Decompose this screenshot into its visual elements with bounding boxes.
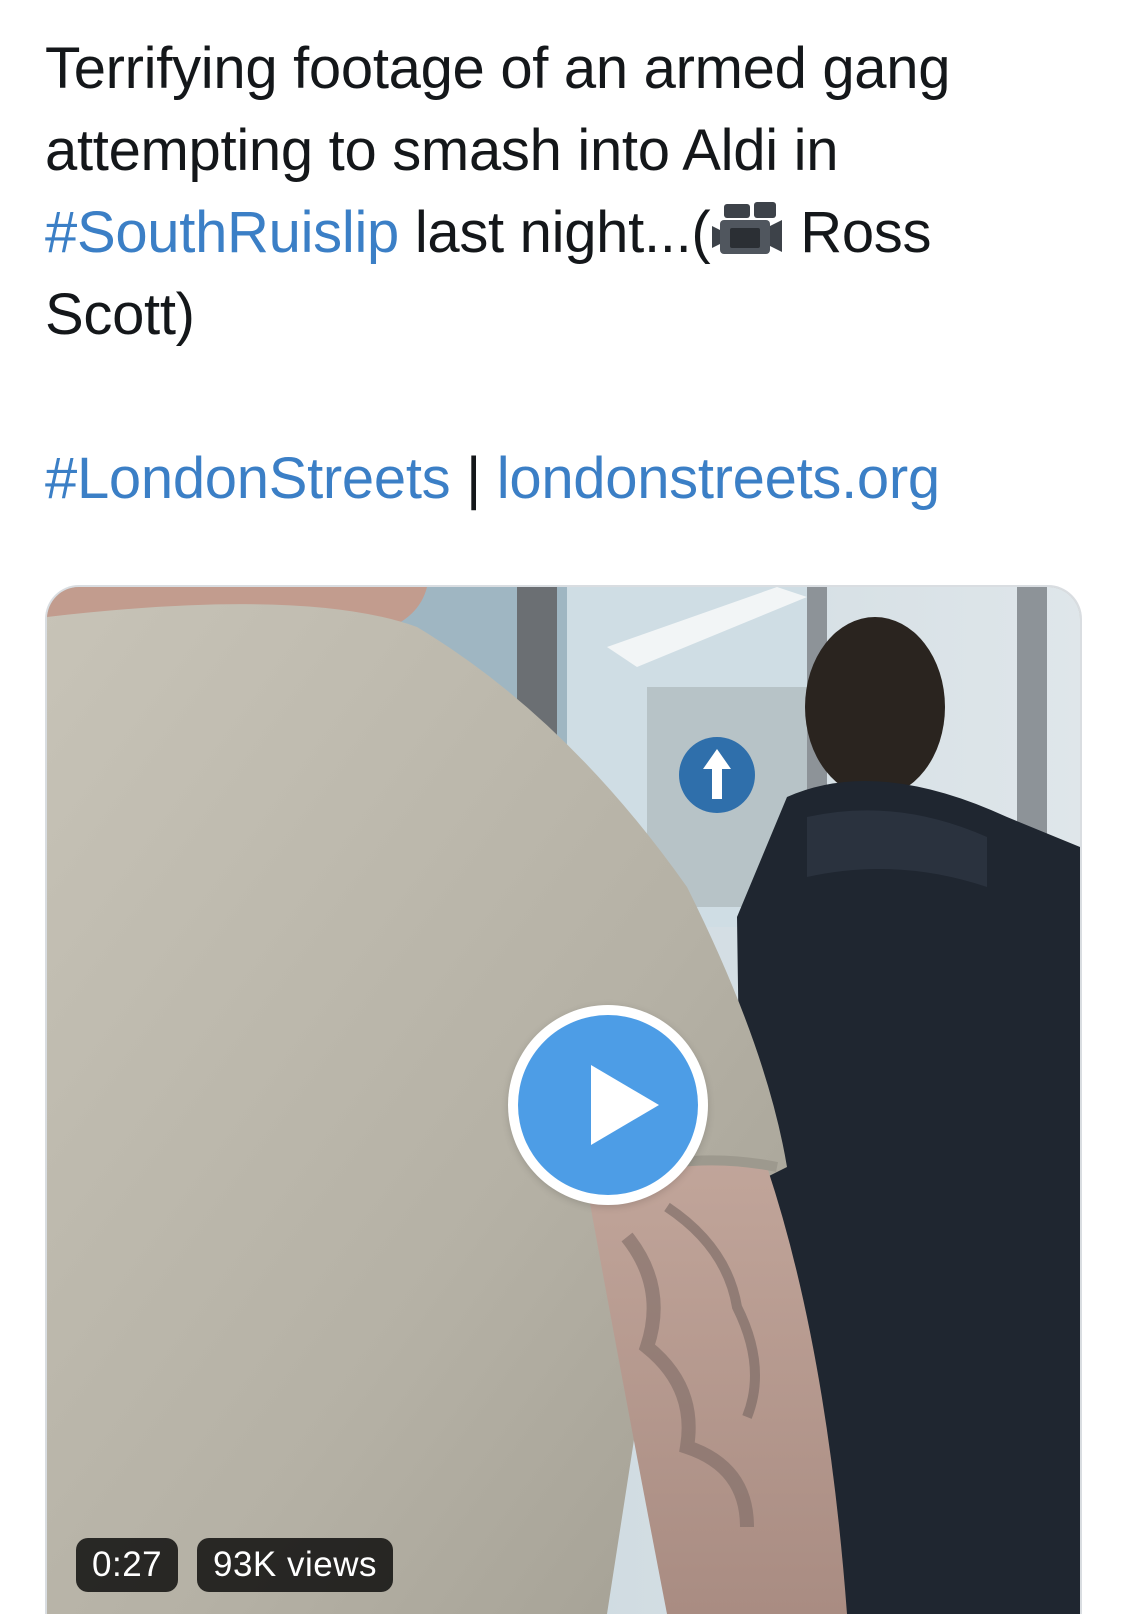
video-duration: 0:27 xyxy=(76,1538,179,1592)
movie-camera-icon xyxy=(712,202,783,254)
tweet-body-text-continued: last night...( xyxy=(414,200,711,265)
tweet-text: Terrifying footage of an armed gang atte… xyxy=(45,28,1085,520)
separator: | xyxy=(466,446,481,511)
hashtag-south-ruislip[interactable]: #SouthRuislip xyxy=(45,200,399,265)
video-player[interactable]: 0:27 93K views xyxy=(45,585,1082,1614)
website-link[interactable]: londonstreets.org xyxy=(497,446,940,511)
tweet-body-text: Terrifying footage of an armed gang atte… xyxy=(45,36,951,183)
play-button-fill xyxy=(518,1015,698,1195)
hashtag-london-streets[interactable]: #LondonStreets xyxy=(45,446,451,511)
play-icon xyxy=(591,1065,659,1145)
view-count: 93K views xyxy=(197,1538,394,1592)
play-button[interactable] xyxy=(508,1005,708,1205)
